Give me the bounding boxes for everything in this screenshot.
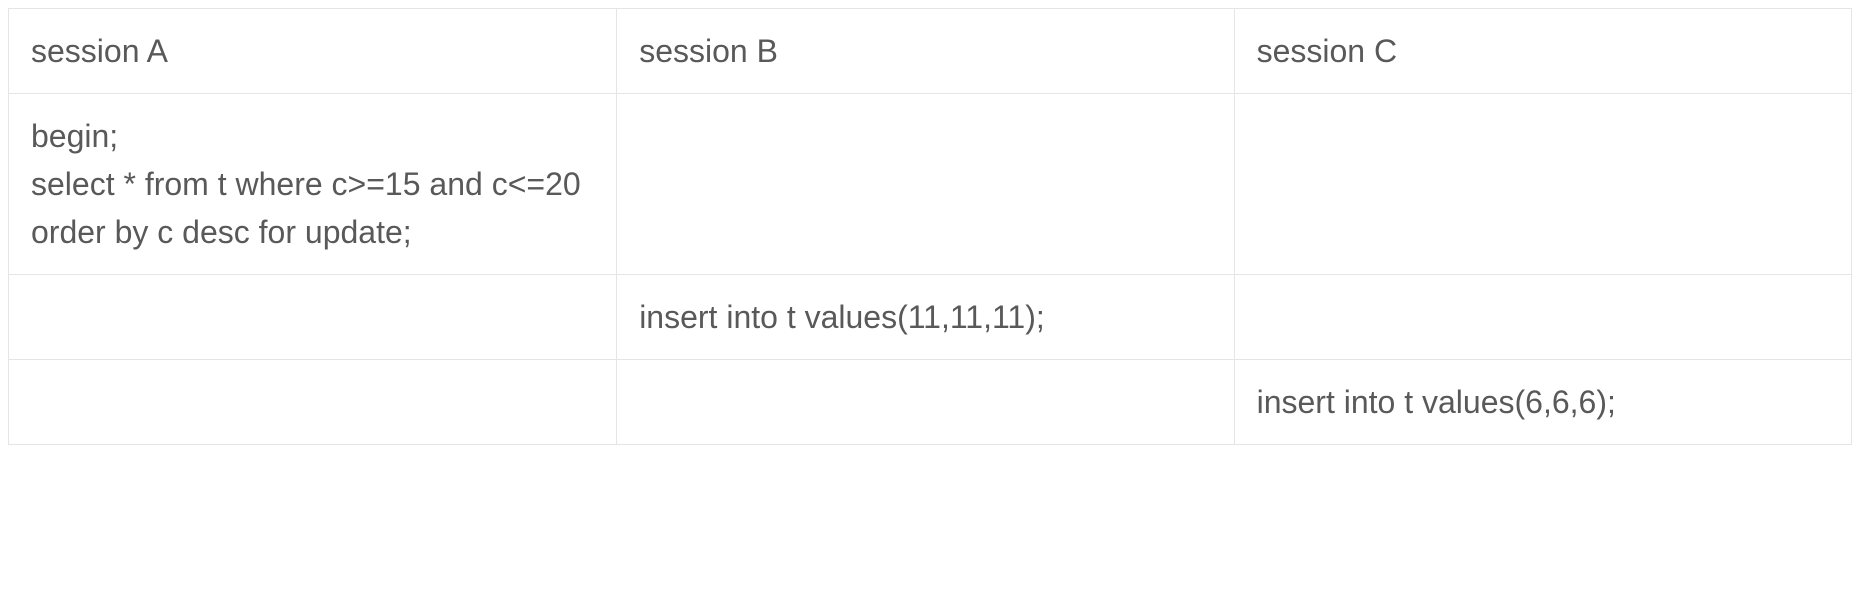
session-table: session A session B session C begin; sel… <box>8 8 1852 445</box>
header-session-b: session B <box>617 9 1234 94</box>
table-row: insert into t values(6,6,6); <box>9 360 1852 445</box>
table-row: insert into t values(11,11,11); <box>9 275 1852 360</box>
cell-session-c <box>1234 94 1851 275</box>
cell-session-c <box>1234 275 1851 360</box>
cell-session-a <box>9 360 617 445</box>
header-session-c: session C <box>1234 9 1851 94</box>
header-session-a: session A <box>9 9 617 94</box>
table-row: begin; select * from t where c>=15 and c… <box>9 94 1852 275</box>
cell-session-c: insert into t values(6,6,6); <box>1234 360 1851 445</box>
cell-session-b <box>617 360 1234 445</box>
table-header-row: session A session B session C <box>9 9 1852 94</box>
cell-session-a <box>9 275 617 360</box>
cell-session-b: insert into t values(11,11,11); <box>617 275 1234 360</box>
cell-session-a: begin; select * from t where c>=15 and c… <box>9 94 617 275</box>
cell-session-b <box>617 94 1234 275</box>
